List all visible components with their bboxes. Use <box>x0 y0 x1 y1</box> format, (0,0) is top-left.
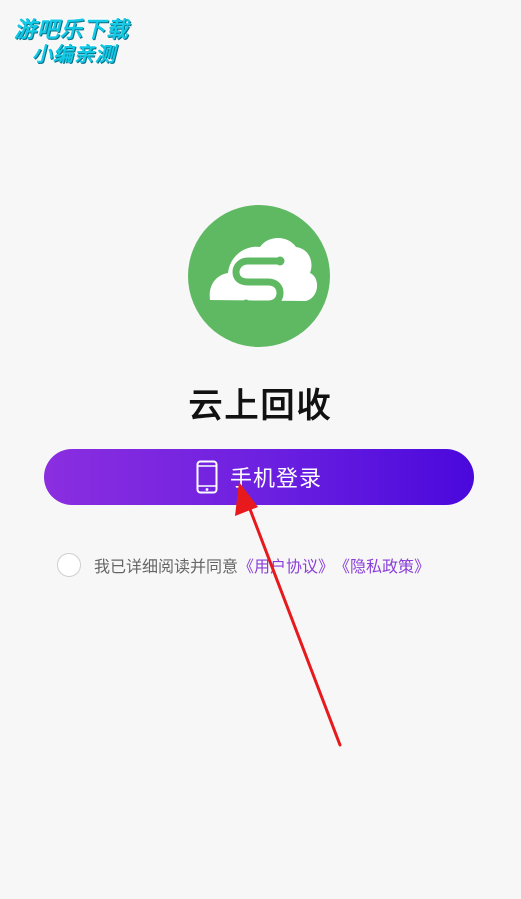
watermark: 游吧乐下载 小编亲测 <box>10 12 150 68</box>
agreement-checkbox[interactable] <box>57 553 81 577</box>
smartphone-icon <box>196 460 218 494</box>
phone-login-button[interactable]: 手机登录 <box>44 449 474 505</box>
privacy-policy-link[interactable]: 《隐私政策》 <box>334 553 430 577</box>
phone-login-label: 手机登录 <box>229 466 322 491</box>
cloud-link-icon <box>209 238 318 309</box>
watermark-line-2: 小编亲测 <box>32 42 116 66</box>
app-name: 云上回收 <box>188 386 333 426</box>
agreement-row: 我已详细阅读并同意 《用户协议》 《隐私政策》 <box>57 552 430 578</box>
user-agreement-link[interactable]: 《用户协议》 <box>238 553 334 577</box>
app-logo <box>188 205 330 347</box>
agreement-text: 我已详细阅读并同意 <box>94 557 239 576</box>
phone-login-button-content: 手机登录 <box>44 449 474 505</box>
